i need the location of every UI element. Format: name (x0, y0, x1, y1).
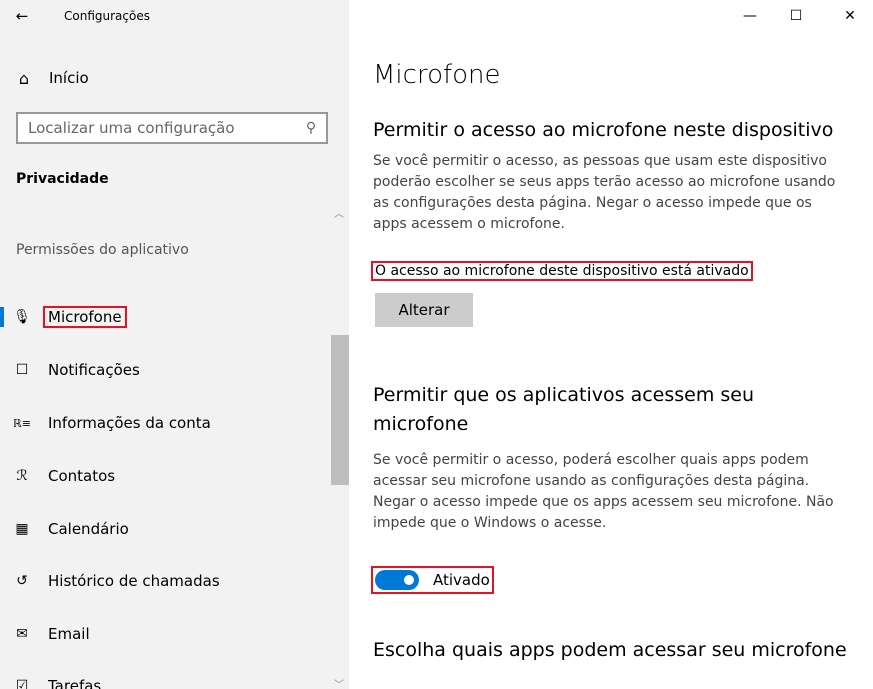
sidebar-item-label: Informações da conta (48, 414, 211, 432)
section-title: Privacidade (16, 171, 109, 187)
contacts-icon: ℛ (16, 468, 28, 484)
device-access-status: O acesso ao microfone deste dispositivo … (371, 261, 753, 281)
section-description-app-access: Se você permitir o acesso, poderá escolh… (373, 452, 834, 531)
sidebar-item-email[interactable]: ✉ Email (0, 612, 330, 656)
minimize-button[interactable]: — (727, 0, 773, 32)
sidebar-item-label: Contatos (48, 467, 116, 485)
home-label: Início (49, 69, 89, 87)
sidebar-item-label: Email (48, 625, 90, 643)
back-arrow-icon[interactable]: ← (0, 0, 44, 32)
toggle-knob (404, 575, 414, 585)
close-button[interactable]: ✕ (827, 0, 873, 32)
app-access-toggle[interactable]: Ativado (371, 566, 494, 594)
sidebar-item-calendario[interactable]: ▦ Calendário (0, 507, 330, 551)
selection-indicator (0, 307, 4, 327)
sidebar-item-label: Calendário (48, 520, 129, 538)
sidebar-scrollbar[interactable] (331, 335, 349, 485)
scroll-up-icon[interactable]: ︿ (334, 205, 344, 220)
microphone-icon: 🎙 (13, 309, 31, 325)
sidebar-item-label: Microfone (43, 306, 127, 328)
section-heading-choose-apps: Escolha quais apps podem acessar seu mic… (373, 639, 847, 661)
sidebar: ← Configurações ⌂ Início Localizar uma c… (0, 0, 349, 689)
search-placeholder: Localizar uma configuração (28, 119, 235, 137)
sidebar-item-label: Tarefas (48, 677, 102, 689)
sidebar-item-contatos[interactable]: ℛ Contatos (0, 454, 330, 498)
toggle-label: Ativado (433, 571, 490, 589)
maximize-button[interactable]: ☐ (773, 0, 819, 32)
sidebar-item-notificacoes[interactable]: ☐ Notificações (0, 348, 330, 392)
search-icon[interactable]: ⚲ (296, 120, 326, 136)
section-description-device-access: Se você permitir o acesso, as pessoas qu… (373, 153, 836, 232)
sidebar-item-microfone[interactable]: 🎙 Microfone (0, 295, 330, 339)
app-title: Configurações (64, 9, 150, 23)
notification-icon: ☐ (15, 362, 29, 378)
home-icon: ⌂ (18, 68, 30, 88)
email-icon: ✉ (16, 626, 28, 642)
sidebar-item-label: Notificações (48, 361, 140, 379)
calendar-icon: ▦ (15, 521, 29, 537)
history-icon: ↺ (16, 573, 28, 589)
main-content: — ☐ ✕ Microfone Permitir o acesso ao mic… (349, 0, 873, 689)
toggle-switch[interactable] (375, 570, 419, 590)
sidebar-item-home[interactable]: ⌂ Início (0, 60, 349, 96)
sidebar-item-tarefas[interactable]: ☑ Tarefas (0, 664, 330, 689)
group-label: Permissões do aplicativo (16, 242, 189, 258)
change-button[interactable]: Alterar (375, 293, 473, 327)
sidebar-item-label: Histórico de chamadas (48, 572, 220, 590)
section-heading-device-access: Permitir o acesso ao microfone neste dis… (373, 119, 834, 141)
search-input[interactable]: Localizar uma configuração ⚲ (16, 112, 328, 144)
sidebar-item-informacoes-conta[interactable]: ℝ≡ Informações da conta (0, 401, 330, 445)
titlebar: ← Configurações (0, 0, 150, 32)
sidebar-item-historico-chamadas[interactable]: ↺ Histórico de chamadas (0, 559, 330, 603)
section-heading-app-access: Permitir que os aplicativos acessem seu … (373, 384, 755, 435)
scroll-down-icon[interactable]: ﹀ (334, 676, 344, 689)
account-info-icon: ℝ≡ (13, 416, 31, 430)
page-title: Microfone (373, 60, 501, 90)
tasks-icon: ☑ (15, 678, 29, 689)
